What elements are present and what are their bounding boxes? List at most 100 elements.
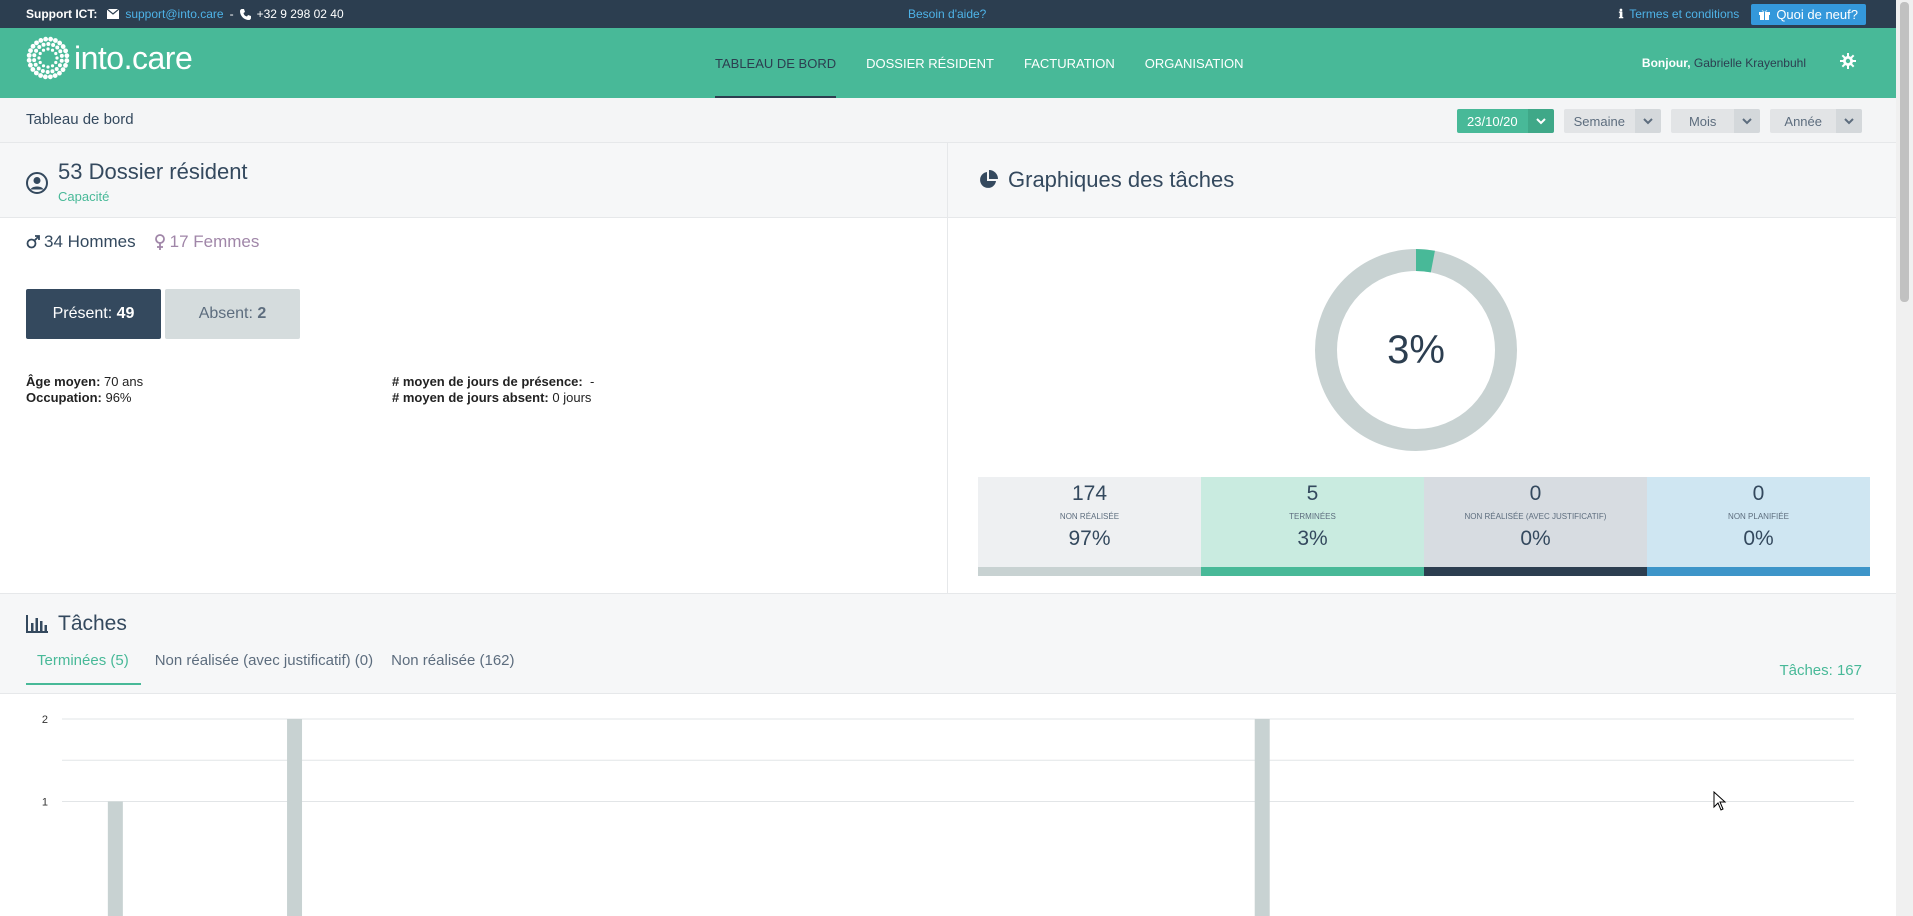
y-tick-label: 2 — [42, 714, 48, 726]
avg-presence-value: - — [589, 374, 595, 389]
logo-dot — [60, 67, 66, 73]
tile-non-planifiee[interactable]: 0 NON PLANIFIÉE 0% — [1647, 477, 1870, 576]
tile-non-realisee[interactable]: 174 NON RÉALISÉE 97% — [978, 477, 1201, 576]
support-contact: Support ICT: support@into.care - +32 9 2… — [26, 0, 344, 28]
logo-dot — [63, 48, 69, 54]
main-navbar: into.care TABLEAU DE BORD DOSSIER RÉSIDE… — [0, 28, 1896, 98]
logo-dot — [26, 57, 32, 63]
scrollbar-thumb[interactable] — [1900, 2, 1909, 302]
logo-dot — [60, 44, 66, 49]
logo-dot — [41, 42, 46, 47]
resident-stats-left: Âge moyen: 70 ans Occupation: 96% — [26, 374, 144, 405]
logo-dot — [64, 58, 70, 64]
avg-absence-value: 0 jours — [552, 390, 592, 405]
bar-chart-icon — [26, 615, 48, 633]
phone-icon — [239, 8, 251, 20]
year-select[interactable]: Année — [1770, 109, 1862, 133]
logo-dot — [28, 48, 33, 54]
male-icon — [26, 235, 40, 249]
capacity-label: Capacité — [58, 189, 110, 204]
logo-dot — [59, 58, 64, 63]
logo-dot — [47, 74, 53, 80]
task-chart-title: Graphiques des tâches — [1008, 167, 1235, 192]
chevron-down-icon — [1734, 109, 1761, 133]
logo-dot — [32, 58, 37, 63]
logo-dot — [55, 45, 60, 50]
logo-dot — [38, 60, 42, 65]
logo-dot — [57, 70, 62, 76]
whats-new-button[interactable]: Quoi de neuf? — [1751, 3, 1866, 25]
logo-dot — [34, 48, 39, 53]
logo-dot — [43, 36, 49, 42]
gear-icon[interactable] — [1840, 53, 1856, 74]
logo-dot — [37, 56, 41, 60]
chevron-down-icon — [1527, 109, 1554, 133]
logo-dot — [38, 73, 44, 78]
logo-dot — [50, 48, 55, 52]
residents-panel-body: 34 Hommes 17 Femmes Présent: 49 Absent: … — [0, 218, 948, 593]
task-chart-panel-header: Graphiques des tâches — [948, 142, 1896, 218]
logo-dot — [46, 42, 51, 47]
female-icon — [154, 234, 166, 250]
donut-percentage: 3% — [1387, 327, 1445, 372]
nav-organisation[interactable]: ORGANISATION — [1130, 28, 1259, 98]
user-greeting[interactable]: Bonjour, Gabrielle Krayenbuhl — [1642, 56, 1806, 70]
logo-dot — [33, 62, 38, 67]
logo-dot — [36, 66, 41, 71]
logo-dot — [32, 53, 37, 58]
date-select[interactable]: 23/10/20 — [1457, 109, 1554, 133]
women-count: 17 Femmes — [154, 232, 259, 252]
tile-bar — [978, 567, 1201, 576]
logo-text: into.care — [74, 39, 193, 76]
logo-dot — [50, 64, 55, 68]
logo-dot — [58, 49, 63, 54]
support-label: Support ICT: — [26, 7, 98, 21]
support-bar: Support ICT: support@into.care - +32 9 2… — [0, 0, 1896, 28]
help-link[interactable]: Besoin d'aide? — [908, 7, 986, 21]
support-email-link[interactable]: support@into.care — [125, 7, 223, 21]
tasks-bar-chart: 21 — [0, 693, 1896, 916]
task-status-tiles: 174 NON RÉALISÉE 97% 5 TERMINÉES 3% 0 NO… — [978, 477, 1870, 576]
logo-dot — [54, 60, 58, 65]
task-bar — [107, 801, 123, 916]
task-bar — [287, 719, 303, 916]
tasks-title: Tâches — [58, 612, 127, 635]
tile-terminees[interactable]: 5 TERMINÉES 3% — [1201, 477, 1424, 576]
task-chart-panel-body: 3% 174 NON RÉALISÉE 97% 5 TERMINÉES 3% 0… — [948, 218, 1896, 593]
logo-dot — [42, 74, 48, 80]
info-icon: ℹ — [1618, 7, 1624, 21]
tasks-tabs: Terminées (5) Non réalisée (avec justifi… — [26, 644, 527, 685]
logo-dot — [54, 66, 59, 71]
logo-dot — [57, 63, 62, 68]
page-scrollbar[interactable] — [1896, 0, 1913, 916]
gift-icon — [1759, 9, 1771, 20]
absent-button[interactable]: Absent: 2 — [165, 289, 300, 339]
tile-non-realisee-justificatif[interactable]: 0 NON RÉALISÉE (AVEC JUSTIFICATIF) 0% — [1424, 477, 1647, 576]
terms-link[interactable]: ℹ Termes et conditions — [1619, 7, 1740, 21]
tab-terminees[interactable]: Terminées (5) — [26, 644, 141, 685]
logo-burst-icon — [26, 36, 70, 80]
logo-dot — [46, 47, 50, 51]
tile-bar — [1201, 567, 1424, 576]
nav-tableau-de-bord[interactable]: TABLEAU DE BORD — [700, 28, 851, 98]
into-care-logo[interactable]: into.care — [26, 36, 193, 80]
logo-dot — [52, 73, 58, 79]
tab-non-realisee[interactable]: Non réalisée (162) — [379, 644, 526, 685]
month-select[interactable]: Mois — [1670, 109, 1761, 133]
breadcrumb-bar: Tableau de bord 23/10/20 Semaine Mois An… — [0, 98, 1896, 142]
logo-dot — [46, 65, 50, 69]
tab-non-realisee-justificatif[interactable]: Non réalisée (avec justificatif) (0) — [141, 644, 379, 685]
tile-bar — [1647, 567, 1870, 576]
tile-bar — [1424, 567, 1647, 576]
logo-dot — [30, 67, 36, 72]
nav-facturation[interactable]: FACTURATION — [1009, 28, 1130, 98]
logo-dot — [54, 51, 58, 56]
week-select[interactable]: Semaine — [1563, 109, 1661, 133]
logo-dot — [34, 40, 39, 46]
support-phone: +32 9 298 02 40 — [256, 7, 344, 21]
period-filters: 23/10/20 Semaine Mois Année — [1457, 109, 1862, 133]
nav-dossier-resident[interactable]: DOSSIER RÉSIDENT — [851, 28, 1009, 98]
logo-dot — [30, 43, 36, 49]
chevron-down-icon — [1836, 109, 1862, 133]
present-button[interactable]: Présent: 49 — [26, 289, 161, 339]
